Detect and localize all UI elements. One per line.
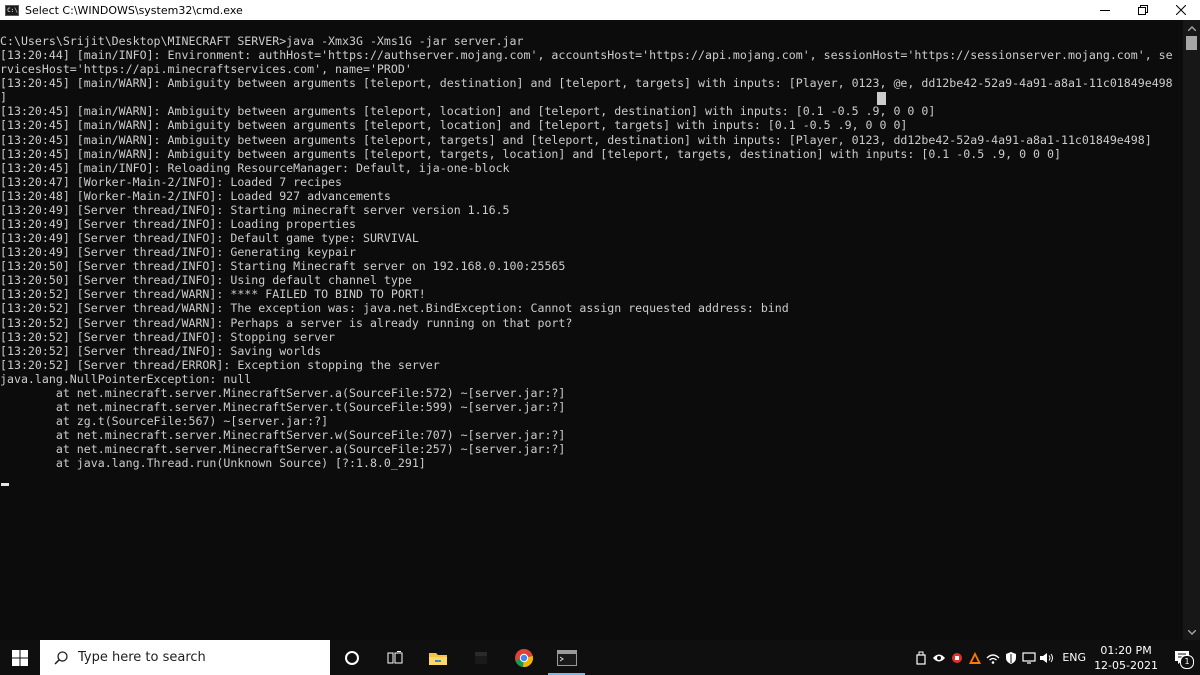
console-line: [13:20:52] [Server thread/ERROR]: Except…: [0, 357, 440, 372]
language-indicator[interactable]: ENG: [1062, 651, 1086, 664]
console-line: [13:20:49] [Server thread/INFO]: Generat…: [0, 245, 356, 260]
search-icon: [54, 650, 68, 665]
file-explorer-icon: [428, 652, 447, 665]
security-icon[interactable]: [1002, 640, 1020, 675]
tray-app-icon[interactable]: [948, 640, 966, 675]
scroll-down-button[interactable]: [1183, 626, 1200, 638]
scrollbar-thumb[interactable]: [1186, 36, 1197, 50]
console-line: [13:20:45] [main/WARN]: Ambiguity betwee…: [0, 146, 1061, 161]
window-title: Select C:\WINDOWS\system32\cmd.exe: [25, 3, 243, 17]
search-box[interactable]: Type here to search: [40, 640, 330, 675]
task-view-button[interactable]: [373, 640, 416, 675]
notification-center-button[interactable]: 1: [1164, 640, 1200, 675]
console-line: at net.minecraft.server.MinecraftServer.…: [0, 442, 566, 457]
taskbar: Type here to search ENG 01:20 PM 12-05-2…: [0, 640, 1200, 675]
console-line: [13:20:49] [Server thread/INFO]: Loading…: [0, 217, 356, 232]
console-line: [13:20:52] [Server thread/WARN]: **** FA…: [0, 287, 426, 302]
scroll-up-button[interactable]: [1183, 22, 1200, 34]
clock-date: 12-05-2021: [1094, 658, 1158, 672]
file-explorer-button[interactable]: [416, 640, 459, 675]
console-line: java.lang.NullPointerException: null: [0, 371, 252, 386]
cortana-icon: [344, 650, 359, 665]
cmd-icon[interactable]: C:\: [5, 4, 19, 16]
search-placeholder: Type here to search: [78, 650, 206, 665]
console-line: [13:20:45] [main/WARN]: Ambiguity betwee…: [0, 132, 1152, 147]
console-line: at net.minecraft.server.MinecraftServer.…: [0, 428, 566, 443]
minimize-icon: [1100, 10, 1110, 11]
console-line: at zg.t(SourceFile:567) ~[server.jar:?]: [0, 414, 329, 429]
window-controls: [1086, 0, 1200, 20]
console-output[interactable]: C:\Users\Srijit\Desktop\MINECRAFT SERVER…: [0, 34, 1183, 640]
console-line: [13:20:49] [Server thread/INFO]: Startin…: [0, 202, 510, 217]
text-cursor: [1, 483, 9, 486]
console-line: [13:20:49] [Server thread/INFO]: Default…: [0, 231, 419, 246]
cmd-taskbar-button[interactable]: [545, 640, 588, 675]
console-line: [13:20:45] [main/WARN]: Ambiguity betwee…: [0, 76, 1173, 91]
console-line: [13:20:45] [main/WARN]: Ambiguity betwee…: [0, 104, 936, 119]
usb-icon[interactable]: [912, 640, 930, 675]
cortana-button[interactable]: [330, 640, 373, 675]
console-line: at java.lang.Thread.run(Unknown Source) …: [0, 456, 426, 471]
restore-icon: [1138, 5, 1148, 15]
console-line: [13:20:48] [Worker-Main-2/INFO]: Loaded …: [0, 188, 391, 203]
title-bar[interactable]: C:\ Select C:\WINDOWS\system32\cmd.exe: [0, 0, 1200, 20]
cmd-icon: [556, 649, 577, 666]
clock-time: 01:20 PM: [1100, 643, 1152, 657]
minecraft-button[interactable]: [459, 640, 502, 675]
restore-button[interactable]: [1124, 0, 1162, 20]
notification-count-badge: 1: [1180, 655, 1194, 669]
close-icon: [1176, 5, 1186, 15]
console-line: [13:20:50] [Server thread/INFO]: Using d…: [0, 273, 412, 288]
chrome-icon: [514, 648, 533, 667]
windows-logo-icon: [12, 649, 28, 666]
display-icon[interactable]: [1020, 640, 1038, 675]
vertical-scrollbar[interactable]: [1183, 20, 1200, 640]
console-line: at net.minecraft.server.MinecraftServer.…: [0, 400, 566, 415]
nvidia-icon[interactable]: [930, 640, 948, 675]
start-button[interactable]: [0, 640, 40, 675]
avast-icon[interactable]: [966, 640, 984, 675]
console-line: [13:20:52] [Server thread/INFO]: Stoppin…: [0, 329, 336, 344]
chevron-down-icon: [1187, 629, 1196, 635]
console-line: [13:20:44] [main/INFO]: Environment: aut…: [0, 48, 1173, 63]
console-line: [13:20:45] [main/INFO]: Reloading Resour…: [0, 160, 510, 175]
chrome-button[interactable]: [502, 640, 545, 675]
console-line: [13:20:52] [Server thread/WARN]: Perhaps…: [0, 315, 573, 330]
console-line: C:\Users\Srijit\Desktop\MINECRAFT SERVER…: [0, 34, 524, 48]
minecraft-icon: [474, 651, 487, 664]
console-line: rvicesHost='https://api.minecraftservice…: [0, 62, 412, 77]
console-line: [13:20:52] [Server thread/INFO]: Saving …: [0, 343, 322, 358]
console-line: [13:20:50] [Server thread/INFO]: Startin…: [0, 259, 566, 274]
task-view-icon: [387, 650, 402, 663]
clock[interactable]: 01:20 PM 12-05-2021: [1094, 643, 1158, 673]
network-icon[interactable]: [984, 640, 1002, 675]
volume-icon[interactable]: [1038, 640, 1056, 675]
console-line: [13:20:47] [Worker-Main-2/INFO]: Loaded …: [0, 174, 343, 189]
console-line: at net.minecraft.server.MinecraftServer.…: [0, 385, 566, 400]
chevron-up-icon: [1187, 25, 1196, 31]
selection-cursor: [877, 92, 886, 105]
console-line: [13:20:45] [main/WARN]: Ambiguity betwee…: [0, 118, 908, 133]
console-line: ]: [0, 90, 7, 105]
system-tray: ENG 01:20 PM 12-05-2021 1: [912, 640, 1200, 675]
close-button[interactable]: [1162, 0, 1200, 20]
console-line: [13:20:52] [Server thread/WARN]: The exc…: [0, 301, 789, 316]
minimize-button[interactable]: [1086, 0, 1124, 20]
